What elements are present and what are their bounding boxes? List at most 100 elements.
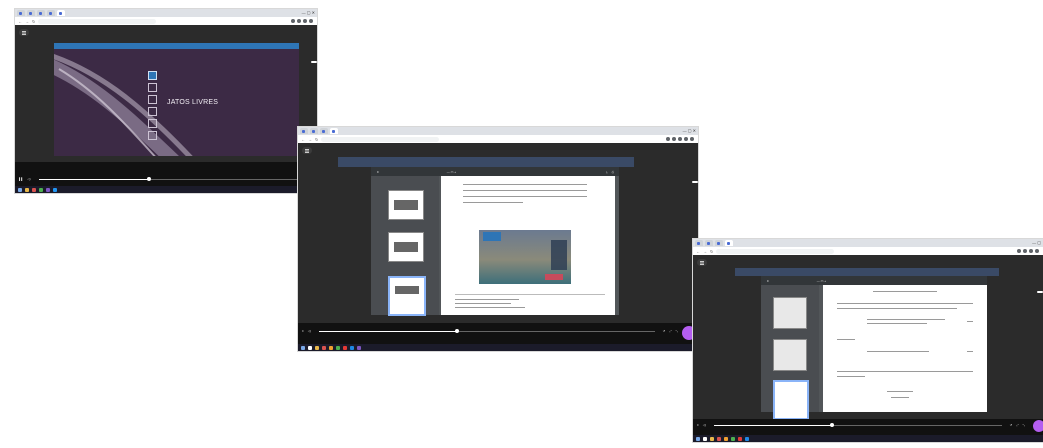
url-field[interactable] xyxy=(716,248,835,254)
slide-tool-icon[interactable] xyxy=(148,95,157,104)
browser-tab-active[interactable] xyxy=(57,10,65,16)
extension-icon[interactable] xyxy=(1029,249,1033,253)
hamburger-menu-icon[interactable] xyxy=(302,147,312,154)
taskbar-app-icon[interactable] xyxy=(315,345,319,350)
forward-icon[interactable]: → xyxy=(703,249,707,254)
taskbar-app-icon[interactable] xyxy=(39,187,43,192)
browser-tab[interactable] xyxy=(320,128,328,134)
back-icon[interactable]: ← xyxy=(18,19,22,24)
window-controls[interactable]: — ▢ ✕ xyxy=(302,10,315,15)
browser-tab-active[interactable] xyxy=(330,128,338,134)
chat-panel-chip[interactable] xyxy=(311,61,317,63)
url-field[interactable] xyxy=(321,136,440,142)
seek-handle[interactable] xyxy=(829,423,834,427)
pdf-menu-icon[interactable]: ≡ xyxy=(767,279,769,283)
page-thumbnail-selected[interactable] xyxy=(388,276,426,316)
extension-icon[interactable] xyxy=(672,137,676,141)
pdf-page-controls[interactable]: — ▭ + xyxy=(447,170,456,174)
extension-icon[interactable] xyxy=(1023,249,1027,253)
chat-fab-button[interactable] xyxy=(1033,420,1043,432)
extension-icon[interactable] xyxy=(1017,249,1021,253)
slide-tool-icon[interactable] xyxy=(148,107,157,116)
taskbar-app-icon[interactable] xyxy=(336,345,340,350)
volume-icon[interactable]: ◁) xyxy=(308,329,311,333)
browser-tab[interactable] xyxy=(310,128,318,134)
page-thumbnail[interactable] xyxy=(388,232,424,262)
taskbar-app-icon[interactable] xyxy=(710,436,714,441)
seek-handle[interactable] xyxy=(147,177,152,181)
slide-tool-icon[interactable] xyxy=(148,131,157,140)
extension-icon[interactable] xyxy=(297,19,301,23)
page-thumbnail-selected[interactable] xyxy=(773,380,809,420)
taskbar-app-icon[interactable] xyxy=(717,436,721,441)
pdf-page-controls[interactable]: — ▭ + xyxy=(817,279,826,283)
taskbar-app-icon[interactable] xyxy=(308,345,312,350)
seek-bar[interactable] xyxy=(714,423,1002,427)
taskbar-app-icon[interactable] xyxy=(357,345,361,350)
taskbar-app-icon[interactable] xyxy=(25,187,29,192)
browser-tab[interactable] xyxy=(17,10,25,16)
browser-tab[interactable] xyxy=(47,10,55,16)
browser-tab[interactable] xyxy=(695,240,703,246)
profile-avatar-icon[interactable] xyxy=(1035,249,1039,253)
page-thumbnail[interactable] xyxy=(388,190,424,220)
reload-icon[interactable]: ↻ xyxy=(32,19,35,24)
browser-tab-active[interactable] xyxy=(725,240,733,246)
profile-avatar-icon[interactable] xyxy=(690,137,694,141)
chat-panel-chip[interactable] xyxy=(1037,291,1043,293)
browser-tab[interactable] xyxy=(715,240,723,246)
taskbar-app-icon[interactable] xyxy=(738,436,742,441)
start-icon[interactable] xyxy=(301,345,305,350)
slide-tool-icon[interactable] xyxy=(148,83,157,92)
back-icon[interactable]: ← xyxy=(301,137,305,142)
extension-icon[interactable] xyxy=(303,19,307,23)
pdf-menu-icon[interactable]: ≡ xyxy=(377,170,379,174)
back-icon[interactable]: ← xyxy=(696,249,700,254)
print-icon[interactable]: ⎙ xyxy=(612,170,619,174)
play-pause-icon[interactable]: ▌▌ xyxy=(19,177,23,181)
slide-tool-icon[interactable] xyxy=(148,71,157,80)
page-thumbnail[interactable] xyxy=(773,339,807,371)
fullscreen-icon[interactable]: ⤢ xyxy=(669,329,671,333)
start-icon[interactable] xyxy=(696,436,700,441)
seek-handle[interactable] xyxy=(454,329,459,333)
download-icon[interactable]: ⤓ xyxy=(606,170,607,174)
browser-tab[interactable] xyxy=(37,10,45,16)
window-controls[interactable]: — ▢ xyxy=(1032,240,1041,245)
volume-icon[interactable]: ◁) xyxy=(27,177,30,181)
hamburger-menu-icon[interactable] xyxy=(697,259,707,266)
profile-avatar-icon[interactable] xyxy=(309,19,313,23)
volume-icon[interactable]: ◁) xyxy=(703,423,706,427)
window-controls[interactable]: — ▢ ✕ xyxy=(683,128,696,133)
taskbar-app-icon[interactable] xyxy=(350,345,354,350)
browser-tab[interactable] xyxy=(27,10,35,16)
seek-bar[interactable] xyxy=(38,177,309,181)
taskbar-app-icon[interactable] xyxy=(703,436,707,441)
browser-tab[interactable] xyxy=(705,240,713,246)
reload-icon[interactable]: ↻ xyxy=(710,249,713,254)
extension-icon[interactable] xyxy=(666,137,670,141)
replay-icon[interactable]: ↺ xyxy=(1010,423,1013,427)
taskbar-app-icon[interactable] xyxy=(745,436,749,441)
taskbar-app-icon[interactable] xyxy=(724,436,728,441)
taskbar-app-icon[interactable] xyxy=(53,187,57,192)
hamburger-menu-icon[interactable] xyxy=(19,29,29,36)
extension-icon[interactable] xyxy=(684,137,688,141)
taskbar-app-icon[interactable] xyxy=(329,345,333,350)
forward-icon[interactable]: → xyxy=(25,19,29,24)
browser-tab[interactable] xyxy=(300,128,308,134)
taskbar-app-icon[interactable] xyxy=(343,345,347,350)
menu-icon[interactable]: ≡ xyxy=(697,423,699,427)
menu-icon[interactable]: ≡ xyxy=(302,329,304,333)
start-icon[interactable] xyxy=(18,187,22,192)
taskbar-app-icon[interactable] xyxy=(322,345,326,350)
extension-icon[interactable] xyxy=(678,137,682,141)
page-thumbnail[interactable] xyxy=(773,297,807,329)
taskbar-app-icon[interactable] xyxy=(731,436,735,441)
reload-icon[interactable]: ↻ xyxy=(315,137,318,142)
seek-bar[interactable] xyxy=(319,329,655,333)
fullscreen-icon[interactable]: ⤢ xyxy=(1016,423,1018,427)
url-field[interactable] xyxy=(38,18,157,24)
taskbar-app-icon[interactable] xyxy=(32,187,36,192)
slide-tool-icon[interactable] xyxy=(148,119,157,128)
